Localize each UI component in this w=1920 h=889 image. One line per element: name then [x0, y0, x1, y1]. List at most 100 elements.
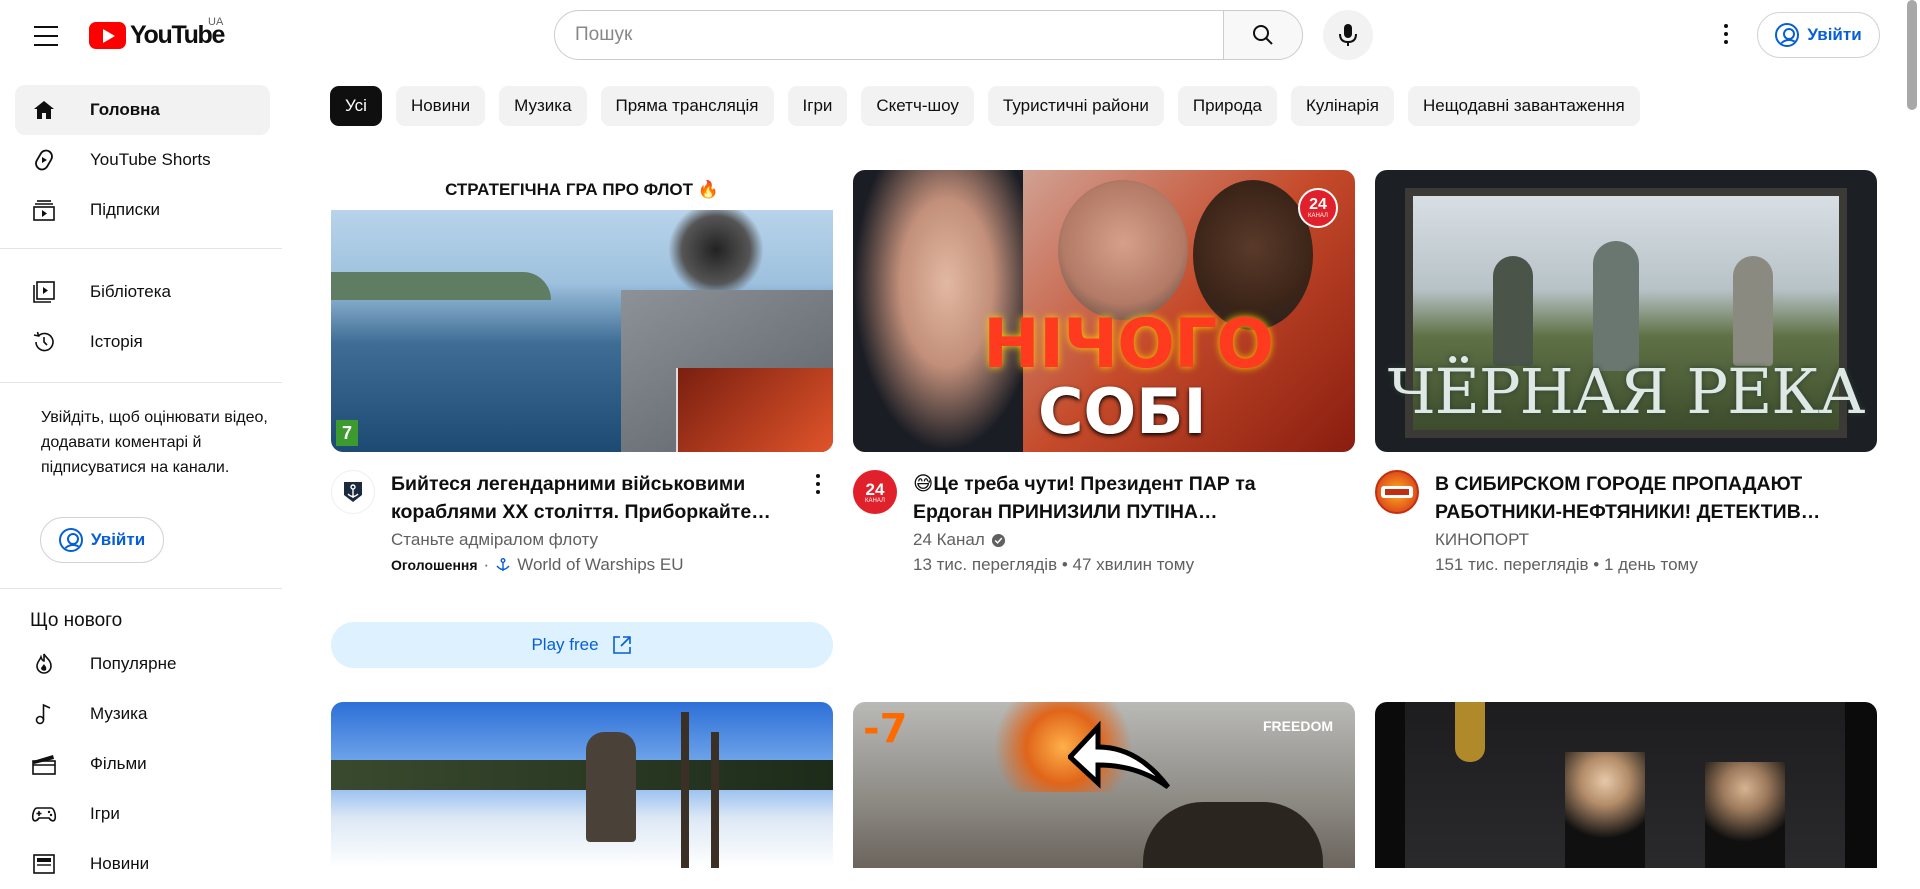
concert-scene: [1405, 702, 1845, 868]
chip-live[interactable]: Пряма трансляція: [600, 86, 774, 126]
sidebar-item-home[interactable]: Головна: [15, 85, 270, 135]
sidebar-item-trending[interactable]: Популярне: [15, 639, 270, 689]
chip-cooking[interactable]: Кулінарія: [1290, 86, 1394, 126]
subscriptions-icon: [31, 197, 57, 223]
cinema-logo-icon: [1381, 486, 1413, 498]
sidebar-divider: [0, 588, 282, 589]
guide-sidebar: Головна YouTube Shorts Підписки Бібліоте…: [0, 70, 282, 874]
video-title[interactable]: В СИБИРСКОМ ГОРОДЕ ПРОПАДАЮТ РАБОТНИКИ-Н…: [1435, 470, 1845, 526]
sidebar-sign-in-button[interactable]: Увійти: [40, 517, 164, 563]
chip-recently-uploaded[interactable]: Нещодавні завантаження: [1407, 86, 1640, 126]
sidebar-item-history[interactable]: Історія: [15, 317, 270, 367]
separator-dot: ·: [483, 555, 490, 574]
chip-nature[interactable]: Природа: [1177, 86, 1277, 126]
sidebar-divider: [0, 248, 282, 249]
trending-icon: [31, 651, 57, 677]
video-thumbnail[interactable]: [331, 702, 833, 868]
video-thumbnail[interactable]: [1375, 702, 1877, 868]
ad-card: СТРАТЕГІЧНА ГРА ПРО ФЛОТ 🔥 7 Бийтеся лег…: [331, 170, 833, 668]
video-title[interactable]: Бийтеся легендарними військовими корабля…: [391, 470, 801, 526]
voice-search-button[interactable]: [1323, 10, 1373, 60]
thumbnail-person: [586, 732, 636, 842]
shorts-icon: [31, 147, 57, 173]
sidebar-item-library[interactable]: Бібліотека: [15, 267, 270, 317]
thumbnail-caption: СТРАТЕГІЧНА ГРА ПРО ФЛОТ 🔥: [331, 170, 833, 210]
thumbnail-person-center: [1058, 180, 1188, 320]
masthead: YouTube UA Увійти: [0, 0, 1920, 70]
channel-name[interactable]: КИНОПОРТ: [1435, 530, 1529, 550]
video-title[interactable]: 😅Це треба чути! Президент ПАР та Ердоган…: [913, 470, 1323, 526]
sidebar-divider: [0, 382, 282, 383]
youtube-logo[interactable]: YouTube: [89, 21, 225, 50]
sidebar-item-gaming[interactable]: Ігри: [15, 789, 270, 839]
thumbnail-person: [1565, 752, 1645, 868]
sidebar-item-shorts[interactable]: YouTube Shorts: [15, 135, 270, 185]
chip-sketch-comedy[interactable]: Скетч-шоу: [861, 86, 974, 126]
video-stats: 151 тис. переглядів • 1 день тому: [1435, 555, 1698, 574]
video-stats: 13 тис. переглядів • 47 хвилин тому: [913, 555, 1195, 574]
chip-music[interactable]: Музика: [499, 86, 587, 126]
anchor-icon: [344, 482, 362, 502]
search-input[interactable]: [575, 24, 1204, 46]
external-link-icon: [612, 636, 631, 654]
sidebar-item-news[interactable]: Новини: [15, 839, 270, 889]
channel-avatar[interactable]: [331, 470, 375, 514]
channel-row: 24 Канал: [913, 530, 1006, 550]
channel-avatar[interactable]: 24 КАНАЛ: [853, 470, 897, 514]
advertiser-name[interactable]: World of Warships EU: [517, 555, 683, 575]
youtube-logo-icon: [89, 22, 126, 49]
search-button[interactable]: [1223, 10, 1303, 60]
warship-scene: 7: [331, 210, 833, 452]
channel-name[interactable]: 24 Канал: [913, 530, 985, 550]
sign-in-button[interactable]: Увійти: [1757, 12, 1880, 58]
signin-prompt-text: Увійдіть, щоб оцінювати відео, додавати …: [41, 409, 268, 476]
ad-label: Оголошення: [391, 557, 478, 573]
thumbnail-soldier: [1143, 802, 1323, 868]
explore-section-title: Що нового: [30, 610, 123, 631]
video-thumbnail[interactable]: ЧЁРНАЯ РЕКА: [1375, 170, 1877, 452]
thumbnail-headline: ЧЁРНАЯ РЕКА: [1387, 355, 1866, 428]
page-scrollbar[interactable]: [1907, 0, 1917, 110]
menu-icon[interactable]: [28, 22, 64, 50]
account-icon: [1775, 23, 1800, 47]
chip-news[interactable]: Новини: [395, 86, 486, 126]
gaming-icon: [31, 801, 57, 827]
ad-meta-row: Оголошення · World of Warships EU: [391, 555, 683, 575]
video-thumbnail[interactable]: -7 FREEDOM: [853, 702, 1355, 868]
arrow-left-icon: [1068, 720, 1170, 790]
sidebar-item-subscriptions[interactable]: Підписки: [15, 185, 270, 235]
chip-games[interactable]: Ігри: [787, 86, 848, 126]
chip-tourist-destinations[interactable]: Туристичні райони: [987, 86, 1164, 126]
thumbnail-headline: НІЧОГО: [983, 305, 1274, 384]
video-thumbnail[interactable]: НІЧОГО СОБІ 24 КАНАЛ: [853, 170, 1355, 452]
search-icon: [1253, 25, 1273, 45]
saxophone: [1455, 702, 1485, 762]
more-actions-icon[interactable]: [816, 474, 820, 494]
thumbnail-headline-2: СОБІ: [1038, 375, 1207, 448]
channel-watermark: FREEDOM: [1263, 718, 1333, 734]
account-icon: [58, 528, 83, 552]
sidebar-item-movies[interactable]: Фільми: [15, 739, 270, 789]
search-box[interactable]: [554, 10, 1225, 60]
video-thumbnail[interactable]: СТРАТЕГІЧНА ГРА ПРО ФЛОТ 🔥 7: [331, 170, 833, 452]
verified-badge-icon: [991, 533, 1005, 547]
thumbnail-headline: -7: [863, 706, 908, 752]
chip-all[interactable]: Усі: [330, 86, 382, 126]
channel-watermark: 24 КАНАЛ: [1298, 188, 1338, 228]
forest-line: [331, 760, 833, 790]
channel-avatar[interactable]: [1375, 470, 1419, 514]
anchor-icon: [496, 558, 510, 571]
fence-post: [681, 712, 689, 868]
sidebar-item-music[interactable]: Музика: [15, 689, 270, 739]
movies-icon: [31, 751, 57, 777]
play-free-button[interactable]: Play free: [331, 622, 833, 668]
age-rating-badge: 7: [336, 420, 358, 446]
history-icon: [31, 329, 57, 355]
thumbnail-person: [1705, 762, 1785, 868]
library-icon: [31, 279, 57, 305]
region-code: UA: [208, 16, 224, 28]
ad-tagline: Станьте адміралом флоту: [391, 530, 599, 549]
video-card: НІЧОГО СОБІ 24 КАНАЛ 24 КАНАЛ 😅Це треба …: [853, 170, 1355, 574]
settings-more-icon[interactable]: [1706, 14, 1746, 54]
video-card: ЧЁРНАЯ РЕКА В СИБИРСКОМ ГОРОДЕ ПРОПАДАЮТ…: [1375, 170, 1877, 574]
